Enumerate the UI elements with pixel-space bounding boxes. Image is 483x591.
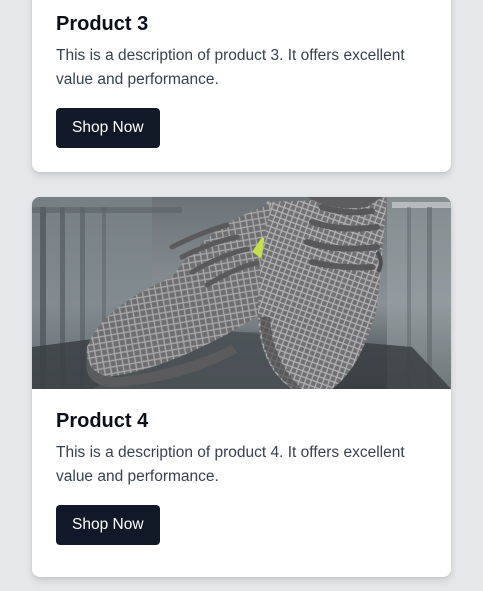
product-description: This is a description of product 3. It o… — [56, 47, 405, 88]
product-title: Product 3 — [56, 13, 149, 35]
shop-now-button[interactable]: Shop Now — [56, 505, 160, 545]
card-body: Product 4 This is a description of produ… — [32, 389, 451, 545]
sneaker-image — [32, 197, 451, 389]
shop-now-button[interactable]: Shop Now — [56, 108, 160, 148]
product-image — [32, 197, 451, 389]
product-card: Product 4 This is a description of produ… — [32, 197, 451, 577]
product-title: Product 4 — [56, 410, 149, 432]
product-list: Product 3 This is a description of produ… — [0, 0, 483, 591]
product-card: Product 3 This is a description of produ… — [32, 0, 451, 172]
product-description: This is a description of product 4. It o… — [56, 444, 405, 485]
card-body: Product 3 This is a description of produ… — [32, 0, 451, 148]
